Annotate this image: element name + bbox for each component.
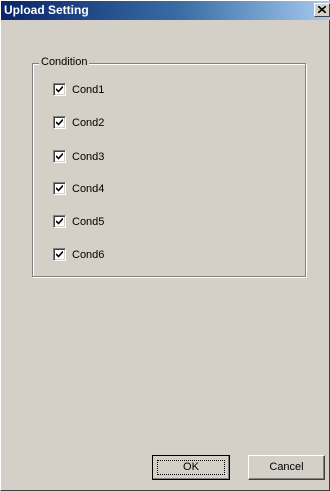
cancel-button[interactable]: Cancel: [248, 455, 325, 480]
checkbox-box[interactable]: [53, 83, 66, 96]
checkbox-label: Cond6: [72, 249, 105, 261]
cancel-button-label: Cancel: [269, 461, 304, 473]
checkbox-label: Cond1: [72, 84, 105, 96]
ok-button[interactable]: OK: [152, 455, 230, 480]
window-title: Upload Setting: [4, 3, 89, 17]
condition-group-label: Condition: [39, 56, 90, 69]
checkbox-label: Cond3: [72, 151, 105, 163]
checkbox-box[interactable]: [53, 150, 66, 163]
check-icon: [56, 86, 63, 93]
close-button[interactable]: [314, 3, 330, 17]
checkbox-label: Cond5: [72, 216, 105, 228]
check-icon: [56, 251, 63, 258]
title-bar[interactable]: Upload Setting: [1, 1, 330, 20]
focus-rect: [157, 460, 225, 475]
close-icon: [318, 6, 326, 13]
check-icon: [56, 185, 63, 192]
checkbox-box[interactable]: [53, 182, 66, 195]
check-icon: [56, 153, 63, 160]
check-icon: [56, 218, 63, 225]
checkbox-box[interactable]: [53, 116, 66, 129]
upload-setting-dialog: Upload Setting Condition Cond1 Cond2 Con…: [0, 0, 330, 491]
checkbox-label: Cond2: [72, 117, 105, 129]
checkbox-label: Cond4: [72, 183, 105, 195]
check-icon: [56, 119, 63, 126]
checkbox-box[interactable]: [53, 215, 66, 228]
checkbox-box[interactable]: [53, 248, 66, 261]
